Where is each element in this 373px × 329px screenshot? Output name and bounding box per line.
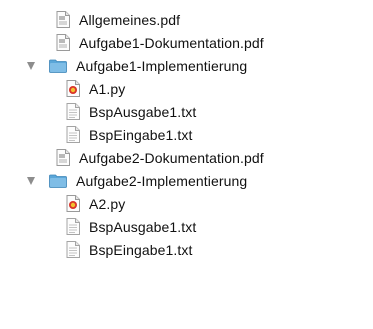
disclosure-triangle-expanded-icon[interactable]: [27, 177, 35, 185]
tree-item-label: Aufgabe1-Implementierung: [76, 57, 248, 74]
tree-item-label: BspEingabe1.txt: [89, 241, 193, 258]
tree-item-label: A2.py: [89, 195, 126, 212]
tree-item-bspausgabe1-txt[interactable]: BspAusgabe1.txt: [0, 215, 373, 238]
tree-item-label: BspAusgabe1.txt: [89, 103, 197, 120]
tree-item-label: Aufgabe2-Implementierung: [76, 172, 248, 189]
text-document-icon: [66, 241, 80, 258]
tree-item-label: A1.py: [89, 80, 126, 97]
tree-item-a1-py[interactable]: A1.py: [0, 77, 373, 100]
text-document-icon: [66, 126, 80, 143]
tree-item-bspeingabe1-txt[interactable]: BspEingabe1.txt: [0, 123, 373, 146]
tree-item-aufgabe2-dokumentation-pdf[interactable]: Aufgabe2-Dokumentation.pdf: [0, 146, 373, 169]
tree-item-aufgabe2-implementierung[interactable]: Aufgabe2-Implementierung: [0, 169, 373, 192]
tree-item-a2-py[interactable]: A2.py: [0, 192, 373, 215]
text-document-icon: [66, 218, 80, 235]
tree-item-aufgabe1-implementierung[interactable]: Aufgabe1-Implementierung: [0, 54, 373, 77]
tree-item-aufgabe1-dokumentation-pdf[interactable]: Aufgabe1-Dokumentation.pdf: [0, 31, 373, 54]
tree-item-label: Allgemeines.pdf: [79, 11, 181, 28]
tree-item-label: BspAusgabe1.txt: [89, 218, 197, 235]
file-tree: Allgemeines.pdf Aufgabe1-Dokumentation.p…: [0, 0, 373, 329]
tree-item-label: Aufgabe2-Dokumentation.pdf: [79, 149, 264, 166]
folder-icon: [49, 59, 67, 73]
pdf-document-icon: [56, 34, 70, 51]
python-script-icon: [66, 195, 80, 212]
python-script-icon: [66, 80, 80, 97]
pdf-document-icon: [56, 11, 70, 28]
tree-item-allgemeines-pdf[interactable]: Allgemeines.pdf: [0, 8, 373, 31]
tree-item-bspausgabe1-txt[interactable]: BspAusgabe1.txt: [0, 100, 373, 123]
tree-item-label: BspEingabe1.txt: [89, 126, 193, 143]
tree-item-label: Aufgabe1-Dokumentation.pdf: [79, 34, 264, 51]
pdf-document-icon: [56, 149, 70, 166]
disclosure-triangle-expanded-icon[interactable]: [27, 62, 35, 70]
folder-icon: [49, 174, 67, 188]
text-document-icon: [66, 103, 80, 120]
tree-item-bspeingabe1-txt[interactable]: BspEingabe1.txt: [0, 238, 373, 261]
